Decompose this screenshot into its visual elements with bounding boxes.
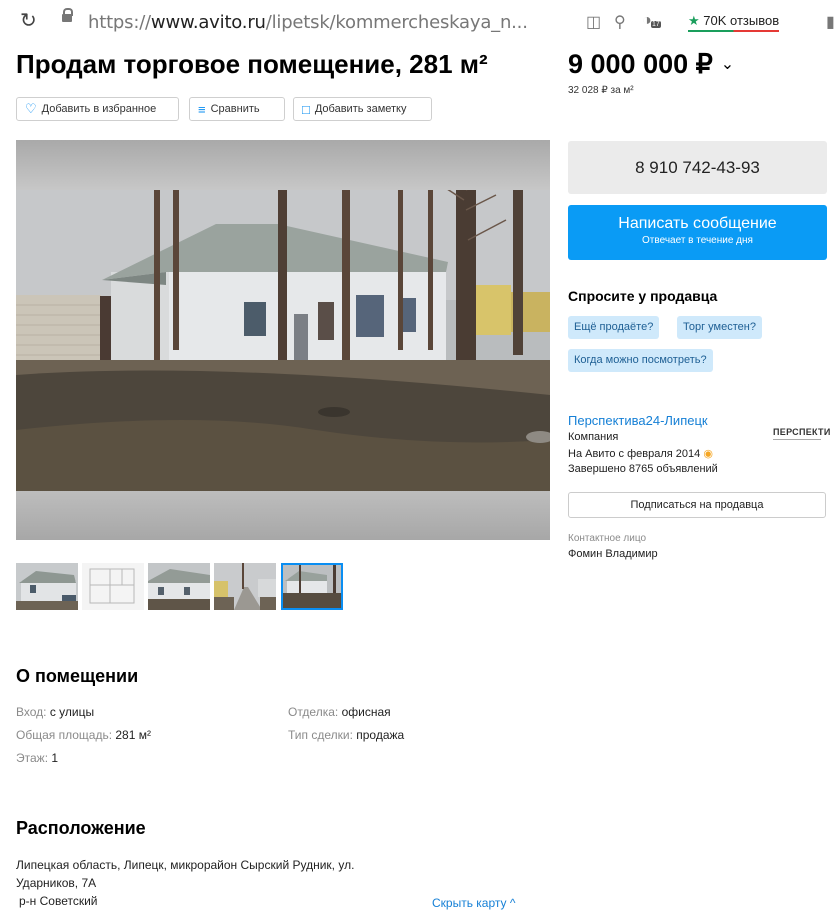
add-note-button[interactable]: □ Добавить заметку [293,97,432,121]
param-key: Тип сделки: [288,728,353,742]
thumbnail-image [148,563,210,610]
thumbnail-image [281,563,343,610]
district: р-н Советский [19,894,98,908]
url-domain: www.avito.ru [150,12,266,33]
building-photo [16,190,550,491]
note-label: Добавить заметку [314,103,407,115]
photo-thumbnail[interactable] [82,563,144,610]
reviews-count: 70K отзывов [703,13,780,28]
ask-seller-title: Спросите у продавца [568,288,718,304]
extension-icon[interactable]: ◑ 17 [642,12,661,30]
address-line-2: Ударников, 7А [16,876,97,890]
price-value: 9 000 000 ₽ [568,49,713,79]
heart-icon: ♡ [25,101,37,116]
thumbnail-image [214,563,276,610]
param-value: 1 [51,751,59,765]
price[interactable]: 9 000 000 ₽ ⌄ [568,49,734,80]
photo-thumbnail[interactable] [148,563,210,610]
thumbnail-image [82,563,144,610]
compare-label: Сравнить [210,103,260,115]
photo-thumbnail[interactable] [16,563,78,610]
param-key: Этаж: [16,751,49,765]
location-section-title: Расположение [16,818,146,838]
param-value: продажа [356,728,405,742]
install-app-icon[interactable]: ◫ [586,12,601,32]
write-message-button[interactable]: Написать сообщение Отвечает в течение дн… [568,205,827,260]
listing-title: Продам торговое помещение, 281 м² [16,49,488,79]
zoom-icon[interactable]: ⚲ [614,12,626,32]
param-key: Вход: [16,705,47,719]
param-value: 281 м² [115,728,151,742]
photo-thumbnail[interactable] [214,563,276,610]
param-value: с улицы [49,705,95,719]
thumbnail-image [16,563,78,610]
main-photo[interactable] [16,140,550,540]
extension-badge: 17 [651,21,661,28]
medal-icon: ◉ [703,448,713,460]
browser-toolbar: ↻ https://www.avito.ru/lipetsk/kommerche… [0,0,840,46]
hide-map-link[interactable]: Скрыть карту ^ [432,896,516,910]
seller-completed-ads: Завершено 8765 объявлений [568,463,718,475]
subscribe-seller-button[interactable]: Подписаться на продавца [568,492,826,518]
chevron-down-icon[interactable]: ⌄ [721,56,734,73]
param-deal-type: Тип сделки: продажа [288,728,404,742]
address-bar[interactable]: https://www.avito.ru/lipetsk/kommerchesk… [88,12,528,33]
favorites-label: Добавить в избранное [41,103,157,115]
contact-person-name: Фомин Владимир [568,548,658,560]
bookmark-icon[interactable]: ▮ [826,12,835,32]
seller-since: На Авито с февраля 2014 ◉ [568,447,713,460]
about-section-title: О помещении [16,666,139,686]
price-per-m2: 32 028 ₽ за м² [568,85,634,96]
param-entrance: Вход: с улицы [16,705,94,719]
param-floor: Этаж: 1 [16,751,58,765]
star-icon: ★ [688,13,700,28]
contact-person-label: Контактное лицо [568,533,647,544]
compare-button[interactable]: ≡ Сравнить [189,97,285,121]
param-area: Общая площадь: 281 м² [16,728,151,742]
message-button-sublabel: Отвечает в течение дня [642,235,753,246]
note-icon: □ [302,101,310,117]
url-path: /lipetsk/kommercheskaya_n... [265,12,528,33]
param-value: офисная [341,705,391,719]
seller-name-link[interactable]: Перспектива24-Липецк [568,413,708,428]
photo-thumbnail-selected[interactable] [281,563,343,610]
reviews-link[interactable]: ★ 70K отзывов [688,13,780,32]
photo-blur-bottom [16,491,550,540]
compare-icon: ≡ [198,101,206,117]
quick-question-chip[interactable]: Ещё продаёте? [568,316,660,339]
reload-icon[interactable]: ↻ [20,8,37,33]
photo-blur-top [16,140,550,190]
param-key: Общая площадь: [16,728,113,742]
message-button-label: Написать сообщение [618,215,777,232]
quick-question-chip[interactable]: Когда можно посмотреть? [568,349,713,372]
seller-type: Компания [568,431,619,443]
param-key: Отделка: [288,705,339,719]
seller-logo[interactable]: ПЕРСПЕКТИ [773,427,831,440]
url-scheme: https:// [88,12,151,33]
lock-icon[interactable] [62,8,73,22]
param-finish: Отделка: офисная [288,705,391,719]
quick-question-chip[interactable]: Торг уместен? [677,316,762,339]
add-to-favorites-button[interactable]: ♡ Добавить в избранное [16,97,179,121]
seller-since-text: На Авито с февраля 2014 [568,448,701,460]
address-line-1: Липецкая область, Липецк, микрорайон Сыр… [16,858,355,872]
show-phone-button[interactable]: 8 910 742-43-93 [568,141,827,194]
